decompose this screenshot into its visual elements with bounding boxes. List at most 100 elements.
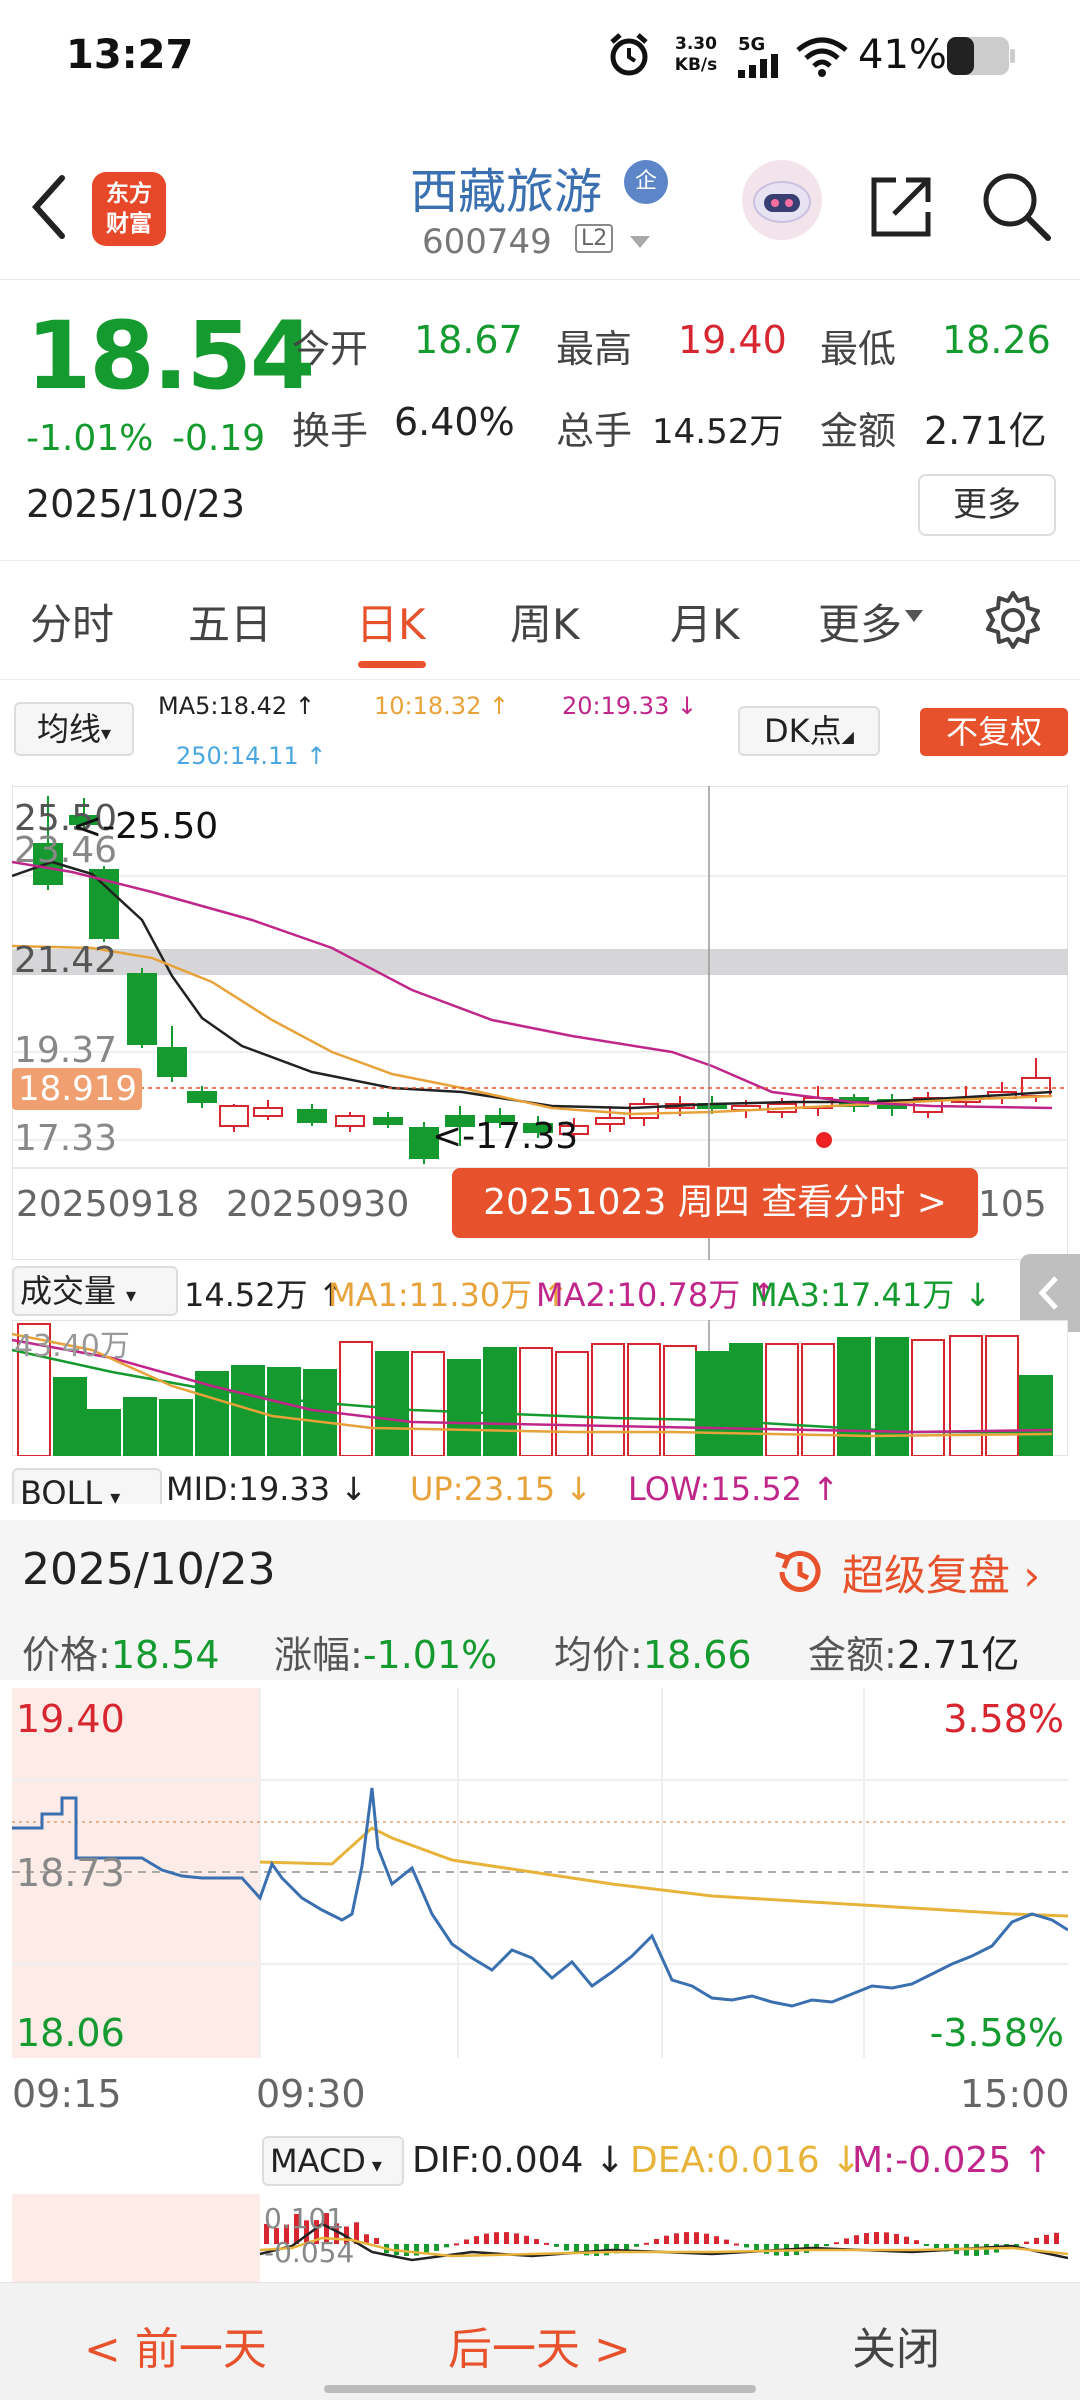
- macd-selector[interactable]: MACD ▾: [262, 2136, 404, 2186]
- settings-gear-icon[interactable]: [982, 589, 1044, 651]
- macd-bar: [454, 2243, 459, 2246]
- day-detail-panel: 2025/10/23 超级复盘 › 价格:18.54 涨幅:-1.01% 均价:…: [0, 1520, 1080, 1680]
- volume-bar: [447, 1359, 481, 1456]
- macd-bar: [714, 2236, 719, 2244]
- intraday-pct-up: 3.58%: [943, 1697, 1064, 1741]
- volume-bar: [837, 1337, 871, 1456]
- crosshair-price: 18.919: [18, 1069, 137, 1109]
- boll-low: LOW:15.52 ↑: [628, 1470, 840, 1504]
- boll-selector[interactable]: BOLL ▾: [12, 1468, 162, 1504]
- macd-bar: [874, 2232, 879, 2244]
- view-intraday-banner[interactable]: 20251023 周四 查看分时 >: [452, 1168, 978, 1238]
- time-label-open: 09:30: [256, 2072, 366, 2116]
- logo-line2: 财富: [106, 211, 152, 237]
- tab-monthly-k[interactable]: 月K: [670, 591, 740, 652]
- macd-bar: [464, 2239, 469, 2244]
- max-price-label: <-25.50: [72, 806, 218, 847]
- volume-ma2: MA2:10.78万 ↑: [536, 1276, 778, 1314]
- macd-m: M:-0.025 ↑: [852, 2140, 1053, 2181]
- robot-assistant-icon[interactable]: [740, 158, 824, 242]
- candle-body: [253, 1107, 283, 1117]
- dk-marker[interactable]: [816, 1132, 832, 1148]
- volume-bar: [411, 1351, 445, 1456]
- close-button[interactable]: 关闭: [852, 2313, 940, 2377]
- volume-ma1: MA1:11.30万 ↑: [328, 1276, 570, 1314]
- tab-daily-k[interactable]: 日K: [356, 591, 426, 652]
- ma-selector[interactable]: 均线▾: [14, 702, 134, 756]
- tab-more[interactable]: 更多: [818, 591, 902, 652]
- caret-down-icon[interactable]: [628, 234, 652, 250]
- detail-date: 2025/10/23: [22, 1544, 276, 1595]
- boll-mid: MID:19.33 ↓: [166, 1470, 368, 1504]
- tab-weekly-k[interactable]: 周K: [510, 591, 580, 652]
- detail-price: 价格:18.54: [22, 1624, 220, 1679]
- more-button[interactable]: 更多: [918, 474, 1056, 536]
- volume-bar: [483, 1347, 517, 1456]
- intraday-low: 18.06: [16, 2011, 125, 2055]
- time-label-start: 09:15: [12, 2072, 122, 2116]
- current-price: 18.54: [26, 302, 315, 411]
- volume-bar: [555, 1351, 589, 1456]
- macd-bar: [434, 2244, 439, 2251]
- volume-caret-icon: ▾: [126, 1283, 137, 1307]
- volume-chart[interactable]: 43.40万: [12, 1320, 1068, 1456]
- detail-avg: 均价:18.66: [554, 1624, 752, 1679]
- volume-bar: [729, 1343, 763, 1456]
- network-type: 5G: [738, 34, 766, 55]
- boll-selector-label: BOLL: [20, 1474, 103, 1504]
- tab-more-caret-icon[interactable]: [904, 609, 924, 623]
- back-icon[interactable]: [26, 172, 72, 242]
- prev-day-button[interactable]: < 前一天: [84, 2313, 267, 2377]
- high-label: 最高: [556, 327, 633, 371]
- bottom-action-bar: < 前一天 后一天 > 关闭: [0, 2282, 1080, 2400]
- macd-bar: [734, 2243, 739, 2246]
- ma250-value: 250:14.11 ↑: [176, 742, 327, 770]
- macd-bar: [1024, 2241, 1029, 2244]
- y-label-4: 17.33: [14, 1118, 117, 1159]
- next-day-button[interactable]: 后一天 >: [448, 2313, 631, 2377]
- macd-bar: [704, 2233, 709, 2244]
- min-price-label: <-17.33: [432, 1116, 578, 1157]
- battery-percent: 41%: [858, 32, 947, 78]
- stock-name[interactable]: 西藏旅游: [410, 152, 602, 222]
- macd-bar: [444, 2244, 449, 2248]
- macd-bar: [684, 2232, 689, 2244]
- status-time: 13:27: [66, 32, 194, 78]
- tab-five-day[interactable]: 五日: [188, 591, 272, 652]
- share-icon[interactable]: [866, 172, 936, 242]
- status-bar: 13:27 3.30 KB/s 5G 41%: [0, 0, 1080, 110]
- candle-body: [157, 1047, 187, 1077]
- macd-bar: [564, 2244, 569, 2251]
- adjust-button[interactable]: 不复权: [920, 708, 1068, 756]
- macd-chart[interactable]: 0.101 -0.054: [12, 2194, 1068, 2282]
- macd-dif: DIF:0.004 ↓: [412, 2140, 626, 2181]
- y-label-3: 19.37: [14, 1030, 117, 1071]
- volume-bar: [695, 1351, 729, 1456]
- macd-bar: [554, 2244, 559, 2247]
- history-clock-icon[interactable]: [770, 1544, 826, 1600]
- intraday-chart[interactable]: 19.40 18.73 18.06 3.58% -3.58%: [12, 1688, 1068, 2060]
- detail-amount-value: 2.71亿: [896, 1633, 1020, 1677]
- boll-caret-icon: ▾: [110, 1485, 121, 1504]
- alarm-icon: [610, 33, 648, 76]
- macd-bar: [924, 2244, 929, 2246]
- dk-point-selector[interactable]: DK点◢: [738, 706, 880, 756]
- search-icon[interactable]: [980, 170, 1052, 242]
- detail-avg-label: 均价:: [554, 1633, 643, 1677]
- super-review-link[interactable]: 超级复盘 ›: [842, 1542, 1040, 1603]
- low-value: 18.26: [942, 318, 1051, 362]
- level-badge[interactable]: L2: [575, 224, 614, 253]
- macd-top-label: 0.101: [264, 2202, 344, 2235]
- macd-bar: [664, 2235, 669, 2244]
- volume-selector[interactable]: 成交量 ▾: [12, 1266, 178, 1316]
- app-logo: 东方 财富: [92, 172, 166, 246]
- macd-bar: [724, 2239, 729, 2244]
- amount-label: 金额: [820, 409, 897, 453]
- active-tab-indicator: [358, 661, 426, 668]
- volume-bar: [949, 1335, 983, 1456]
- dk-label: DK点: [764, 712, 842, 750]
- logo-line1: 东方: [106, 181, 152, 207]
- tab-intraday[interactable]: 分时: [30, 591, 114, 652]
- y-label-2: 21.42: [14, 940, 117, 981]
- macd-bar: [404, 2244, 409, 2256]
